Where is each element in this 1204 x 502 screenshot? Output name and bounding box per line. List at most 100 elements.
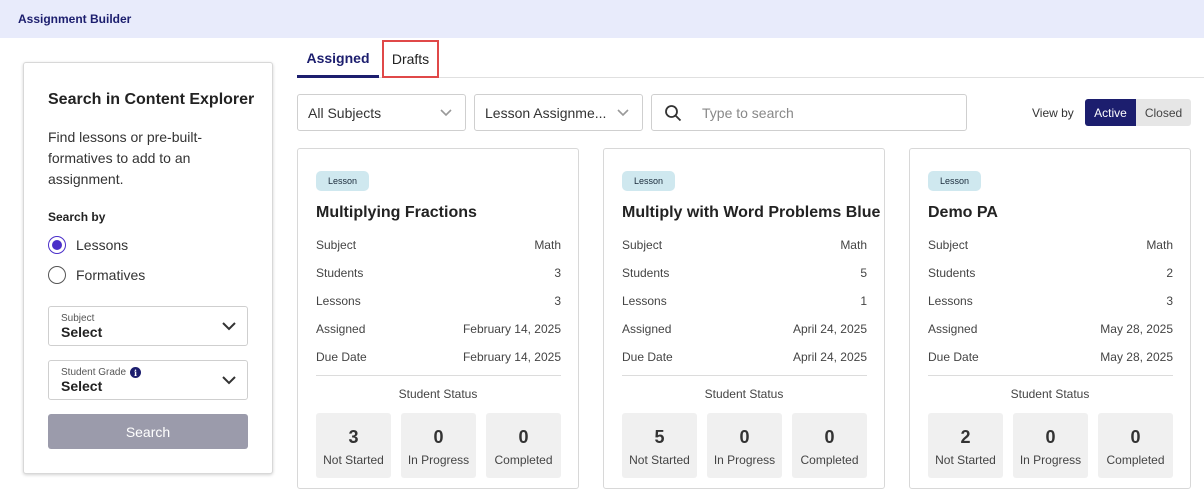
assignment-card[interactable]: Lesson Multiplying Fractions Subject Math… — [297, 148, 579, 489]
panel-heading: Search in Content Explorer — [48, 91, 255, 108]
students-value: 2 — [1166, 266, 1173, 280]
student-grade-dropdown[interactable]: Student Grade i Select — [48, 360, 248, 400]
assignment-card[interactable]: Lesson Multiply with Word Problems Blue … — [603, 148, 885, 489]
not-started-count: 3 — [348, 427, 359, 447]
students-key: Students — [928, 266, 976, 280]
content-explorer-panel: Search in Content Explorer Find lessons … — [23, 62, 273, 474]
assignment-card[interactable]: Lesson Demo PA Subject Math Students 2 Les… — [909, 148, 1191, 489]
divider — [622, 375, 867, 376]
students-key: Students — [316, 266, 364, 280]
grade-label-text: Student Grade — [61, 367, 127, 378]
assignment-title: Multiply with Word Problems Blue — [622, 204, 881, 221]
radio-lessons-label: Lessons — [76, 237, 129, 253]
grade-dropdown-value: Select — [61, 378, 103, 394]
completed-count: 0 — [824, 427, 835, 447]
assignment-type-value: Lesson Assignme... — [485, 105, 607, 121]
completed-stat: 0 Completed — [486, 413, 561, 478]
tab-drafts[interactable]: Drafts — [382, 40, 439, 78]
not-started-label: Not Started — [629, 453, 690, 467]
top-bar: Assignment Builder — [0, 0, 1204, 38]
completed-stat: 0 Completed — [792, 413, 867, 478]
view-active-button[interactable]: Active — [1085, 99, 1136, 126]
assigned-value: February 14, 2025 — [462, 322, 561, 336]
subject-dropdown[interactable]: Subject Select — [48, 306, 248, 346]
not-started-stat: 3 Not Started — [316, 413, 391, 478]
lessons-value: 1 — [860, 294, 867, 308]
view-by-label: View by — [1032, 106, 1074, 120]
not-started-stat: 5 Not Started — [622, 413, 697, 478]
app-title: Assignment Builder — [18, 12, 132, 26]
assigned-key: Assigned — [316, 322, 366, 336]
not-started-count: 2 — [960, 427, 971, 447]
assignment-tabs: Assigned Drafts — [297, 40, 1204, 78]
completed-stat: 0 Completed — [1098, 413, 1173, 478]
search-input[interactable] — [702, 103, 952, 123]
completed-label: Completed — [494, 453, 553, 467]
assigned-value: May 28, 2025 — [1100, 322, 1173, 336]
subject-filter-value: All Subjects — [308, 105, 382, 121]
student-status-heading: Student Status — [398, 387, 478, 401]
due-date-key: Due Date — [316, 350, 367, 364]
in-progress-label: In Progress — [1019, 453, 1082, 467]
lesson-badge: Lesson — [622, 171, 676, 191]
not-started-count: 5 — [654, 427, 665, 447]
due-date-key: Due Date — [622, 350, 673, 364]
subject-value: Math — [840, 238, 867, 252]
assignment-title: Multiplying Fractions — [316, 204, 477, 221]
assignment-title: Demo PA — [928, 204, 998, 221]
students-value: 3 — [554, 266, 561, 280]
students-value: 5 — [860, 266, 867, 280]
lessons-key: Lessons — [622, 294, 667, 308]
radio-formatives-label: Formatives — [76, 267, 146, 283]
search-field[interactable] — [651, 94, 967, 131]
students-key: Students — [622, 266, 670, 280]
radio-unselected-icon — [48, 266, 66, 284]
not-started-stat: 2 Not Started — [928, 413, 1003, 478]
in-progress-label: In Progress — [407, 453, 470, 467]
search-button[interactable]: Search — [48, 414, 248, 449]
chevron-down-icon — [222, 322, 236, 331]
in-progress-label: In Progress — [713, 453, 776, 467]
completed-label: Completed — [1106, 453, 1165, 467]
lesson-badge: Lesson — [316, 171, 370, 191]
radio-formatives[interactable]: Formatives — [48, 266, 145, 284]
divider — [928, 375, 1173, 376]
lessons-key: Lessons — [928, 294, 973, 308]
chevron-down-icon — [617, 109, 629, 117]
completed-label: Completed — [800, 453, 859, 467]
subject-key: Subject — [316, 238, 357, 252]
completed-count: 0 — [518, 427, 529, 447]
student-status-heading: Student Status — [1010, 387, 1090, 401]
due-date-value: May 28, 2025 — [1100, 350, 1173, 364]
chevron-down-icon — [440, 109, 452, 117]
in-progress-count: 0 — [739, 427, 750, 447]
due-date-value: February 14, 2025 — [462, 350, 561, 364]
radio-selected-icon — [48, 236, 66, 254]
lessons-value: 3 — [1166, 294, 1173, 308]
not-started-label: Not Started — [323, 453, 384, 467]
divider — [316, 375, 561, 376]
view-closed-button[interactable]: Closed — [1136, 99, 1191, 126]
subject-dropdown-value: Select — [61, 324, 103, 340]
search-by-label: Search by — [48, 210, 106, 224]
in-progress-stat: 0 In Progress — [707, 413, 782, 478]
assignment-type-filter[interactable]: Lesson Assignme... — [474, 94, 643, 131]
panel-description: Find lessons or pre-built-formatives to … — [48, 129, 203, 187]
subject-key: Subject — [622, 238, 663, 252]
subject-value: Math — [534, 238, 561, 252]
in-progress-count: 0 — [433, 427, 444, 447]
in-progress-count: 0 — [1045, 427, 1056, 447]
student-status-heading: Student Status — [704, 387, 784, 401]
info-icon[interactable]: i — [130, 367, 142, 378]
subject-value: Math — [1146, 238, 1173, 252]
subject-key: Subject — [928, 238, 969, 252]
radio-lessons[interactable]: Lessons — [48, 236, 128, 254]
not-started-label: Not Started — [935, 453, 996, 467]
tab-assigned[interactable]: Assigned — [297, 40, 379, 78]
search-icon — [665, 105, 682, 122]
due-date-value: April 24, 2025 — [792, 350, 867, 364]
subject-filter[interactable]: All Subjects — [297, 94, 466, 131]
subject-dropdown-label: Subject — [61, 313, 95, 324]
due-date-key: Due Date — [928, 350, 979, 364]
lessons-key: Lessons — [316, 294, 361, 308]
